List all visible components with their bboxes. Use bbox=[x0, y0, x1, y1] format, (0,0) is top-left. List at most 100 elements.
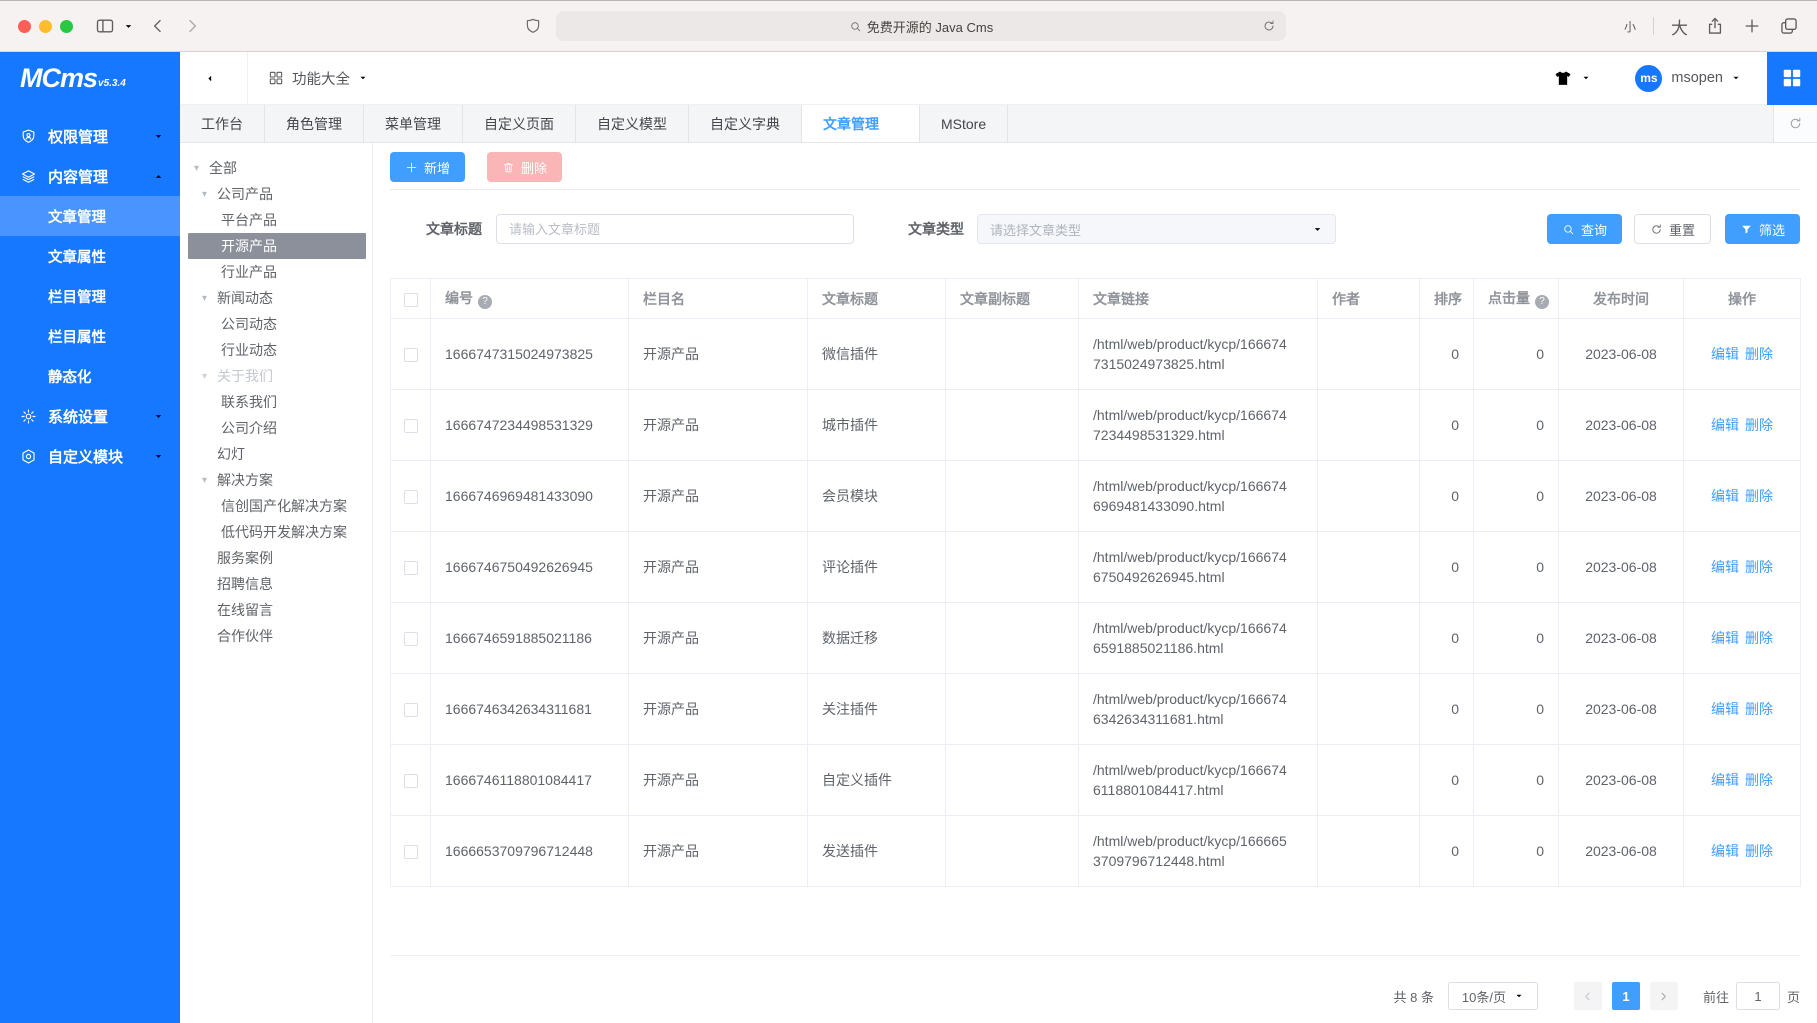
sidebar-item-4[interactable]: 自定义模块 bbox=[0, 436, 180, 476]
delete-button[interactable]: 删除 bbox=[487, 152, 562, 182]
close-icon[interactable] bbox=[888, 119, 898, 129]
edit-link[interactable]: 编辑 bbox=[1711, 701, 1739, 717]
chevron-down-icon[interactable] bbox=[1581, 73, 1591, 83]
page-size-select[interactable]: 10条/页 bbox=[1448, 982, 1538, 1010]
delete-link[interactable]: 删除 bbox=[1745, 346, 1773, 362]
sidebar-item-1[interactable]: 权限管理 bbox=[0, 116, 180, 156]
tree-node-selected[interactable]: 开源产品 bbox=[188, 233, 366, 259]
tab-3[interactable]: 菜单管理 bbox=[364, 105, 463, 142]
tree-node-7[interactable]: 公司动态 bbox=[188, 311, 366, 337]
tab-5[interactable]: 自定义模型 bbox=[576, 105, 689, 142]
share-button[interactable] bbox=[1705, 16, 1725, 36]
tab-7[interactable]: 文章管理 bbox=[802, 105, 920, 142]
sidebar-subitem[interactable]: 栏目属性 bbox=[0, 316, 180, 356]
menu-fold-icon[interactable] bbox=[206, 69, 225, 88]
tree-node-11[interactable]: 公司介绍 bbox=[188, 415, 366, 441]
next-page-button[interactable] bbox=[1650, 982, 1678, 1010]
tree-node-12[interactable]: 幻灯 bbox=[188, 441, 366, 467]
sidebar-toggle-icon[interactable] bbox=[95, 16, 115, 36]
tab-4[interactable]: 自定义页面 bbox=[463, 105, 576, 142]
filter-button[interactable]: 筛选 bbox=[1725, 214, 1800, 244]
user-menu-chevron-icon[interactable] bbox=[1731, 73, 1741, 83]
minimize-window-button[interactable] bbox=[39, 20, 52, 33]
prev-page-button[interactable] bbox=[1574, 982, 1602, 1010]
title-filter-input[interactable] bbox=[496, 214, 854, 244]
edit-link[interactable]: 编辑 bbox=[1711, 630, 1739, 646]
forward-button[interactable] bbox=[182, 16, 202, 36]
tree-node-3[interactable]: 平台产品 bbox=[188, 207, 366, 233]
row-checkbox[interactable] bbox=[404, 774, 418, 788]
tree-node-16[interactable]: 服务案例 bbox=[188, 545, 366, 571]
delete-link[interactable]: 删除 bbox=[1745, 772, 1773, 788]
query-button[interactable]: 查询 bbox=[1547, 214, 1622, 244]
tree-node-10[interactable]: 联系我们 bbox=[188, 389, 366, 415]
row-checkbox[interactable] bbox=[404, 490, 418, 504]
tree-node-15[interactable]: 低代码开发解决方案 bbox=[188, 519, 366, 545]
edit-link[interactable]: 编辑 bbox=[1711, 488, 1739, 504]
sidebar-chevron-icon[interactable] bbox=[123, 21, 134, 32]
tree-node-1[interactable]: ▾全部 bbox=[188, 155, 366, 181]
edit-link[interactable]: 编辑 bbox=[1711, 772, 1739, 788]
delete-link[interactable]: 删除 bbox=[1745, 630, 1773, 646]
tab-8[interactable]: MStore bbox=[920, 105, 1008, 142]
sidebar-subitem[interactable]: 静态化 bbox=[0, 356, 180, 396]
type-filter-select[interactable]: 请选择文章类型 bbox=[977, 214, 1336, 244]
feature-menu-dropdown[interactable]: 功能大全 bbox=[268, 68, 368, 89]
decrease-text-size-button[interactable]: 小 bbox=[1624, 18, 1636, 35]
row-checkbox[interactable] bbox=[404, 419, 418, 433]
row-checkbox[interactable] bbox=[404, 632, 418, 646]
back-button[interactable] bbox=[148, 16, 168, 36]
sidebar-item-2[interactable]: 内容管理 bbox=[0, 156, 180, 196]
tree-node-9[interactable]: ▾关于我们 bbox=[188, 363, 366, 389]
tree-node-19[interactable]: 合作伙伴 bbox=[188, 623, 366, 649]
tree-node-18[interactable]: 在线留言 bbox=[188, 597, 366, 623]
tree-node-8[interactable]: 行业动态 bbox=[188, 337, 366, 363]
tab-6[interactable]: 自定义字典 bbox=[689, 105, 802, 142]
tree-node-5[interactable]: 行业产品 bbox=[188, 259, 366, 285]
tree-expand-icon[interactable]: ▾ bbox=[202, 189, 217, 200]
privacy-shield-icon[interactable] bbox=[524, 16, 542, 36]
delete-link[interactable]: 删除 bbox=[1745, 488, 1773, 504]
reload-icon[interactable] bbox=[1262, 19, 1276, 33]
tree-node-13[interactable]: ▾解决方案 bbox=[188, 467, 366, 493]
apps-launcher-button[interactable] bbox=[1767, 52, 1817, 105]
tab-overview-button[interactable] bbox=[1779, 16, 1799, 36]
edit-link[interactable]: 编辑 bbox=[1711, 559, 1739, 575]
fullscreen-window-button[interactable] bbox=[60, 20, 73, 33]
page-number-button[interactable]: 1 bbox=[1612, 982, 1640, 1010]
tree-node-14[interactable]: 信创国产化解决方案 bbox=[188, 493, 366, 519]
new-tab-button[interactable] bbox=[1742, 16, 1762, 36]
edit-link[interactable]: 编辑 bbox=[1711, 843, 1739, 859]
close-window-button[interactable] bbox=[18, 20, 31, 33]
tab-1[interactable]: 工作台 bbox=[180, 105, 265, 142]
tree-node-2[interactable]: ▾公司产品 bbox=[188, 181, 366, 207]
tree-node-17[interactable]: 招聘信息 bbox=[188, 571, 366, 597]
help-icon[interactable]: ? bbox=[478, 295, 492, 309]
delete-link[interactable]: 删除 bbox=[1745, 843, 1773, 859]
add-button[interactable]: 新增 bbox=[390, 152, 465, 182]
sidebar-subitem[interactable]: 文章属性 bbox=[0, 236, 180, 276]
address-bar[interactable]: 免费开源的 Java Cms bbox=[556, 11, 1286, 41]
edit-link[interactable]: 编辑 bbox=[1711, 346, 1739, 362]
edit-link[interactable]: 编辑 bbox=[1711, 417, 1739, 433]
sidebar-subitem[interactable]: 栏目管理 bbox=[0, 276, 180, 316]
delete-link[interactable]: 删除 bbox=[1745, 417, 1773, 433]
theme-shirt-icon[interactable] bbox=[1553, 68, 1573, 88]
sidebar-item-3[interactable]: 系统设置 bbox=[0, 396, 180, 436]
tree-expand-icon[interactable]: ▾ bbox=[202, 371, 217, 382]
avatar[interactable]: ms bbox=[1635, 65, 1662, 92]
delete-link[interactable]: 删除 bbox=[1745, 559, 1773, 575]
row-checkbox[interactable] bbox=[404, 348, 418, 362]
tab-2[interactable]: 角色管理 bbox=[265, 105, 364, 142]
row-checkbox[interactable] bbox=[404, 845, 418, 859]
tree-node-6[interactable]: ▾新闻动态 bbox=[188, 285, 366, 311]
goto-page-input[interactable] bbox=[1736, 982, 1780, 1010]
select-all-checkbox[interactable] bbox=[404, 293, 418, 307]
increase-text-size-button[interactable]: 大 bbox=[1671, 14, 1688, 39]
sidebar-subitem-active[interactable]: 文章管理 bbox=[0, 196, 180, 236]
tree-expand-icon[interactable]: ▾ bbox=[202, 293, 217, 304]
reset-button[interactable]: 重置 bbox=[1634, 214, 1711, 244]
delete-link[interactable]: 删除 bbox=[1745, 701, 1773, 717]
tree-expand-icon[interactable]: ▾ bbox=[202, 475, 217, 486]
tree-expand-icon[interactable]: ▾ bbox=[194, 163, 209, 174]
